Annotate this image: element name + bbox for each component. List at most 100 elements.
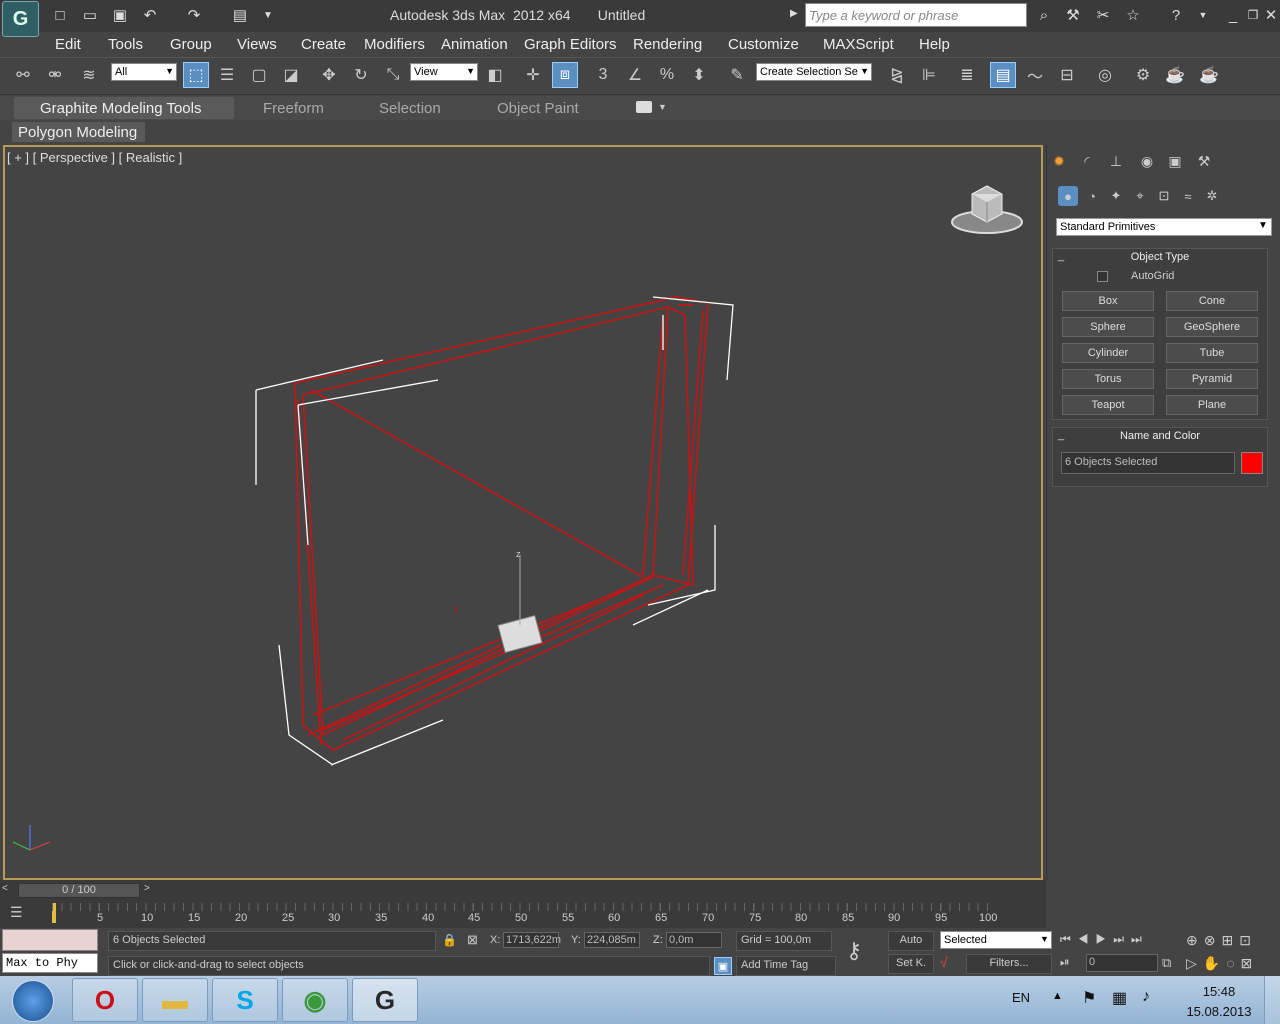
menu-views[interactable]: Views: [237, 36, 277, 53]
key-mode-toggle-icon[interactable]: ⏯: [1060, 955, 1070, 970]
redo-icon[interactable]: ↷: [184, 6, 204, 24]
wrench-icon[interactable]: ⚒: [1062, 6, 1084, 24]
render-setup-icon[interactable]: ⚙: [1130, 62, 1156, 88]
cylinder-button[interactable]: Cylinder: [1062, 343, 1154, 363]
object-type-title[interactable]: Object Type: [1052, 251, 1268, 263]
ribbon-options-dropdown-icon[interactable]: ▼: [658, 102, 667, 112]
time-tag-icon[interactable]: ▣: [714, 957, 732, 975]
menu-create[interactable]: Create: [301, 36, 346, 53]
volume-icon[interactable]: ♪: [1142, 988, 1150, 1006]
opera-icon[interactable]: O: [72, 978, 138, 1022]
schematic-view-icon[interactable]: ⊟: [1054, 62, 1080, 88]
chevron-down-icon[interactable]: ▼: [1040, 934, 1049, 944]
select-and-scale-icon[interactable]: ⤡: [380, 62, 406, 88]
binoculars-icon[interactable]: ⌕: [1033, 6, 1055, 24]
tube-button[interactable]: Tube: [1166, 343, 1258, 363]
menu-help[interactable]: Help: [919, 36, 950, 53]
absolute-mode-transform-icon[interactable]: ⊠: [467, 932, 478, 948]
undo-icon[interactable]: ↶: [140, 6, 160, 24]
input-language[interactable]: EN: [1012, 990, 1030, 1005]
chevron-down-icon[interactable]: ▼: [1258, 220, 1268, 231]
autogrid-checkbox[interactable]: [1097, 271, 1108, 282]
z-coordinate-field[interactable]: 0,0m: [666, 932, 722, 948]
helpers-icon[interactable]: ⊡: [1154, 186, 1174, 206]
rectangular-selection-icon[interactable]: ▢: [246, 62, 272, 88]
menu-group[interactable]: Group: [170, 36, 212, 53]
motion-tab-icon[interactable]: ◉: [1136, 150, 1158, 172]
auto-key-button[interactable]: Auto: [888, 931, 934, 951]
project-folder-icon[interactable]: ▤: [230, 6, 250, 24]
minimize-icon[interactable]: _: [1224, 6, 1242, 24]
utilities-tab-icon[interactable]: ⚒: [1193, 150, 1215, 172]
playback-controls[interactable]: ⏮◀▶⏭⏭: [1060, 932, 1149, 947]
menu-modifiers[interactable]: Modifiers: [364, 36, 425, 53]
open-folder-icon[interactable]: ▭: [80, 6, 100, 24]
selection-filter-dropdown[interactable]: All: [111, 63, 177, 81]
menu-graph-editors[interactable]: Graph Editors: [524, 36, 617, 53]
key-mode-dropdown[interactable]: Selected: [940, 931, 1052, 949]
viewport-navigation-controls-2[interactable]: ▷✋◌⊠: [1186, 955, 1258, 972]
teapot-button[interactable]: Teapot: [1062, 395, 1154, 415]
render-production-icon[interactable]: ☕: [1196, 62, 1222, 88]
menu-maxscript[interactable]: MAXScript: [823, 36, 894, 53]
time-slider-prev-icon[interactable]: <: [2, 883, 8, 894]
polygon-modeling-panel[interactable]: Polygon Modeling: [12, 122, 145, 142]
network-icon[interactable]: ▦: [1112, 988, 1127, 1008]
y-coordinate-field[interactable]: 224,085m: [584, 932, 640, 948]
show-hidden-icons-icon[interactable]: ▲: [1052, 990, 1063, 1002]
menu-tools[interactable]: Tools: [108, 36, 143, 53]
set-key-icon[interactable]: ⚷: [846, 938, 862, 964]
object-category-dropdown[interactable]: Standard Primitives: [1056, 218, 1272, 236]
explorer-folder-icon[interactable]: ▬: [142, 978, 208, 1022]
sphere-button[interactable]: Sphere: [1062, 317, 1154, 337]
align-icon[interactable]: ⊫: [916, 62, 942, 88]
windows-start-button[interactable]: [12, 980, 54, 1022]
key-tangent-icon[interactable]: √: [940, 954, 948, 970]
window-crossing-icon[interactable]: ◪: [278, 62, 304, 88]
use-pivot-center-icon[interactable]: ◧: [482, 62, 508, 88]
action-center-flag-icon[interactable]: ⚑: [1082, 988, 1096, 1008]
tab-freeform[interactable]: Freeform: [263, 100, 324, 117]
ribbon-minimize-icon[interactable]: [636, 101, 652, 113]
torus-button[interactable]: Torus: [1062, 369, 1154, 389]
maxscript-listener-pane[interactable]: [2, 929, 98, 951]
pyramid-button[interactable]: Pyramid: [1166, 369, 1258, 389]
select-by-name-icon[interactable]: ☰: [214, 62, 240, 88]
menu-rendering[interactable]: Rendering: [633, 36, 702, 53]
search-expand-icon[interactable]: ▶: [790, 8, 798, 19]
open-mini-curve-editor-icon[interactable]: ☰: [10, 904, 23, 921]
help-icon[interactable]: ?: [1165, 6, 1187, 24]
display-tab-icon[interactable]: ▣: [1164, 150, 1186, 172]
material-editor-icon[interactable]: ◎: [1092, 62, 1118, 88]
object-name-field[interactable]: 6 Objects Selected: [1061, 452, 1235, 474]
select-and-move-icon[interactable]: ✥: [316, 62, 342, 88]
x-coordinate-field[interactable]: 1713,622m: [503, 932, 561, 948]
maxscript-mini-listener[interactable]: Max to Phy: [2, 953, 98, 973]
favorites-star-icon[interactable]: ☆: [1122, 6, 1144, 24]
lights-icon[interactable]: ✦: [1106, 186, 1126, 206]
select-and-manipulate-icon[interactable]: ✛: [520, 62, 546, 88]
named-selection-sets-dropdown[interactable]: Create Selection Se: [756, 63, 872, 81]
search-input[interactable]: Type a keyword or phrase: [805, 3, 1027, 27]
skype-icon[interactable]: S: [212, 978, 278, 1022]
curve-editor-icon[interactable]: 〜: [1022, 62, 1048, 88]
save-icon[interactable]: ▣: [110, 6, 130, 24]
menu-customize[interactable]: Customize: [728, 36, 799, 53]
select-and-link-icon[interactable]: ⚯: [10, 62, 36, 88]
object-color-swatch[interactable]: [1241, 452, 1263, 474]
cameras-icon[interactable]: ⌖: [1130, 186, 1150, 206]
viewport-navigation-controls[interactable]: ⊕⊗⊞⊡: [1186, 932, 1257, 949]
plane-button[interactable]: Plane: [1166, 395, 1258, 415]
shapes-icon[interactable]: ◔: [1082, 186, 1102, 206]
systems-icon[interactable]: ✲: [1202, 186, 1222, 206]
quick-access-dropdown-icon[interactable]: ▼: [258, 6, 278, 24]
graphite-modeling-tools-icon[interactable]: ▤: [990, 62, 1016, 88]
tab-selection[interactable]: Selection: [379, 100, 441, 117]
current-frame-field[interactable]: 0: [1086, 954, 1158, 972]
new-file-icon[interactable]: □: [50, 6, 70, 24]
angle-snap-toggle-icon[interactable]: ∠: [622, 62, 648, 88]
layer-manager-icon[interactable]: ≣: [954, 62, 980, 88]
show-desktop-button[interactable]: [1264, 976, 1280, 1024]
geometry-icon[interactable]: ●: [1058, 186, 1078, 206]
viewcube[interactable]: [950, 180, 1024, 236]
